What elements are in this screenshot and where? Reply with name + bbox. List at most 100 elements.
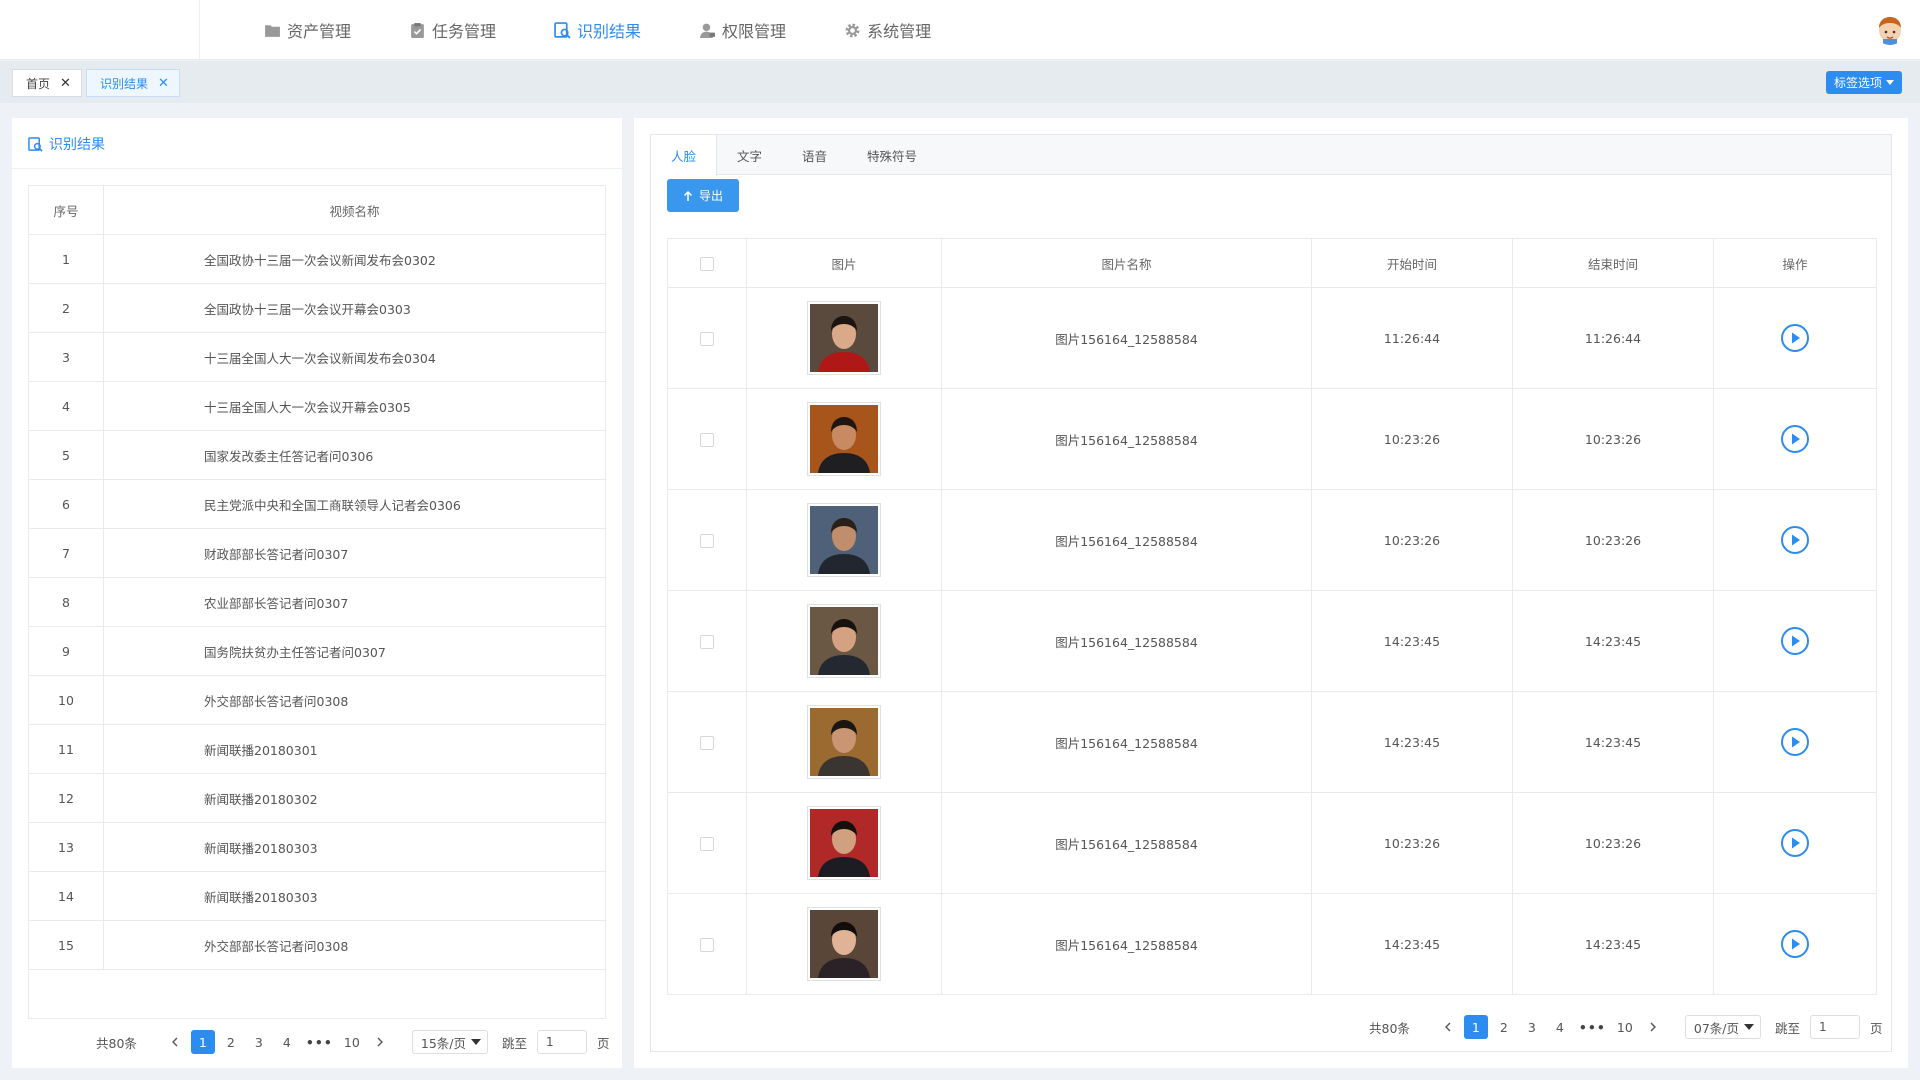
- select-all-checkbox[interactable]: [700, 256, 714, 271]
- table-row[interactable]: 图片156164_12588584 14:23:45 14:23:45: [667, 590, 1877, 692]
- table-row[interactable]: 2 全国政协十三届一次会议开幕会0303: [28, 283, 606, 333]
- nav-item-asset-management[interactable]: 资产管理: [264, 0, 351, 60]
- row-checkbox[interactable]: [700, 533, 714, 548]
- table-row[interactable]: 4 十三届全国人大一次会议开幕会0305: [28, 381, 606, 431]
- export-button[interactable]: 导出: [667, 179, 739, 212]
- table-row[interactable]: 9 国务院扶贫办主任答记者问0307: [28, 626, 606, 676]
- nav-item-task-management[interactable]: 任务管理: [409, 0, 496, 60]
- table-row[interactable]: 11 新闻联播20180301: [28, 724, 606, 774]
- video-name[interactable]: 新闻联播20180303: [103, 822, 606, 872]
- table-row[interactable]: 图片156164_12588584 10:23:26 10:23:26: [667, 489, 1877, 591]
- page-2[interactable]: 2: [1492, 1015, 1516, 1039]
- page-4[interactable]: 4: [1548, 1015, 1572, 1039]
- play-icon[interactable]: [1780, 323, 1810, 353]
- tab-face[interactable]: 人脸: [651, 135, 718, 176]
- tab-special-symbols[interactable]: 特殊符号: [847, 135, 937, 175]
- video-name[interactable]: 新闻联播20180303: [103, 871, 606, 921]
- video-name[interactable]: 国家发改委主任答记者问0306: [103, 430, 606, 480]
- page-10[interactable]: 10: [1613, 1015, 1637, 1039]
- next-page-icon[interactable]: [1647, 1021, 1659, 1033]
- table-row[interactable]: 15 外交部部长答记者问0308: [28, 920, 606, 970]
- video-name[interactable]: 农业部部长答记者问0307: [103, 577, 606, 627]
- empty-row: [28, 969, 606, 1019]
- prev-page-icon[interactable]: [1442, 1021, 1454, 1033]
- face-thumbnail[interactable]: [807, 604, 881, 678]
- page-3[interactable]: 3: [247, 1030, 271, 1054]
- video-name[interactable]: 外交部部长答记者问0308: [103, 920, 606, 970]
- close-icon[interactable]: ✕: [158, 76, 169, 91]
- more-pages-icon[interactable]: •••: [1579, 1020, 1606, 1035]
- table-row[interactable]: 7 财政部部长答记者问0307: [28, 528, 606, 578]
- row-checkbox[interactable]: [700, 836, 714, 851]
- table-row[interactable]: 13 新闻联播20180303: [28, 822, 606, 872]
- row-checkbox[interactable]: [700, 331, 714, 346]
- tag-recognition-results[interactable]: 识别结果 ✕: [86, 69, 180, 97]
- video-name[interactable]: 新闻联播20180301: [103, 724, 606, 774]
- play-icon[interactable]: [1780, 525, 1810, 555]
- tag-options-button[interactable]: 标签选项: [1826, 71, 1902, 94]
- table-row[interactable]: 14 新闻联播20180303: [28, 871, 606, 921]
- face-thumbnail[interactable]: [807, 705, 881, 779]
- play-icon[interactable]: [1780, 929, 1810, 959]
- table-row[interactable]: 5 国家发改委主任答记者问0306: [28, 430, 606, 480]
- jump-page-input[interactable]: [1810, 1015, 1861, 1039]
- nav-item-permission-management[interactable]: 权限管理: [699, 0, 786, 60]
- tab-text[interactable]: 文字: [717, 135, 782, 175]
- face-thumbnail[interactable]: [807, 503, 881, 577]
- caret-down-icon: [1744, 1024, 1754, 1030]
- row-checkbox[interactable]: [700, 634, 714, 649]
- video-name[interactable]: 外交部部长答记者问0308: [103, 675, 606, 725]
- table-row[interactable]: 图片156164_12588584 14:23:45 14:23:45: [667, 893, 1877, 995]
- video-name[interactable]: 十三届全国人大一次会议开幕会0305: [103, 381, 606, 431]
- video-name[interactable]: 全国政协十三届一次会议新闻发布会0302: [103, 234, 606, 284]
- table-row[interactable]: 3 十三届全国人大一次会议新闻发布会0304: [28, 332, 606, 382]
- play-icon[interactable]: [1780, 828, 1810, 858]
- table-row[interactable]: 8 农业部部长答记者问0307: [28, 577, 606, 627]
- caret-down-icon: [471, 1039, 481, 1045]
- video-name[interactable]: 财政部部长答记者问0307: [103, 528, 606, 578]
- page-size-select[interactable]: 15条/页: [411, 1030, 488, 1054]
- play-icon[interactable]: [1780, 424, 1810, 454]
- close-icon[interactable]: ✕: [60, 76, 71, 91]
- page-4[interactable]: 4: [275, 1030, 299, 1054]
- nav-item-system-management[interactable]: 系统管理: [844, 0, 931, 60]
- panel-title-text: 识别结果: [49, 137, 105, 153]
- video-name[interactable]: 全国政协十三届一次会议开幕会0303: [103, 283, 606, 333]
- table-row[interactable]: 图片156164_12588584 14:23:45 14:23:45: [667, 691, 1877, 793]
- tag-home[interactable]: 首页 ✕: [12, 69, 82, 97]
- table-row[interactable]: 图片156164_12588584 10:23:26 10:23:26: [667, 792, 1877, 894]
- next-page-icon[interactable]: [374, 1036, 386, 1048]
- video-name[interactable]: 国务院扶贫办主任答记者问0307: [103, 626, 606, 676]
- video-name[interactable]: 新闻联播20180302: [103, 773, 606, 823]
- video-name[interactable]: 十三届全国人大一次会议新闻发布会0304: [103, 332, 606, 382]
- face-thumbnail[interactable]: [807, 806, 881, 880]
- row-checkbox[interactable]: [700, 432, 714, 447]
- user-avatar[interactable]: [1874, 13, 1906, 45]
- video-name[interactable]: 民主党派中央和全国工商联领导人记者会0306: [103, 479, 606, 529]
- table-row[interactable]: 图片156164_12588584 11:26:44 11:26:44: [667, 287, 1877, 389]
- more-pages-icon[interactable]: •••: [306, 1035, 333, 1050]
- play-icon[interactable]: [1780, 727, 1810, 757]
- page-1[interactable]: 1: [1463, 1015, 1488, 1039]
- table-row[interactable]: 图片156164_12588584 10:23:26 10:23:26: [667, 388, 1877, 490]
- tab-speech[interactable]: 语音: [782, 135, 847, 175]
- table-row[interactable]: 6 民主党派中央和全国工商联领导人记者会0306: [28, 479, 606, 529]
- nav-item-recognition-results[interactable]: 识别结果: [554, 0, 641, 60]
- page-size-select[interactable]: 07条/页: [1684, 1015, 1761, 1039]
- play-icon[interactable]: [1780, 626, 1810, 656]
- row-checkbox[interactable]: [700, 735, 714, 750]
- face-thumbnail[interactable]: [807, 907, 881, 981]
- page-10[interactable]: 10: [340, 1030, 364, 1054]
- end-time: 10:23:26: [1512, 489, 1714, 591]
- face-thumbnail[interactable]: [807, 301, 881, 375]
- page-1[interactable]: 1: [190, 1030, 215, 1054]
- table-row[interactable]: 12 新闻联播20180302: [28, 773, 606, 823]
- jump-page-input[interactable]: [537, 1030, 588, 1054]
- row-checkbox[interactable]: [700, 937, 714, 952]
- page-2[interactable]: 2: [219, 1030, 243, 1054]
- table-row[interactable]: 10 外交部部长答记者问0308: [28, 675, 606, 725]
- page-3[interactable]: 3: [1520, 1015, 1544, 1039]
- table-row[interactable]: 1 全国政协十三届一次会议新闻发布会0302: [28, 234, 606, 284]
- prev-page-icon[interactable]: [169, 1036, 181, 1048]
- face-thumbnail[interactable]: [807, 402, 881, 476]
